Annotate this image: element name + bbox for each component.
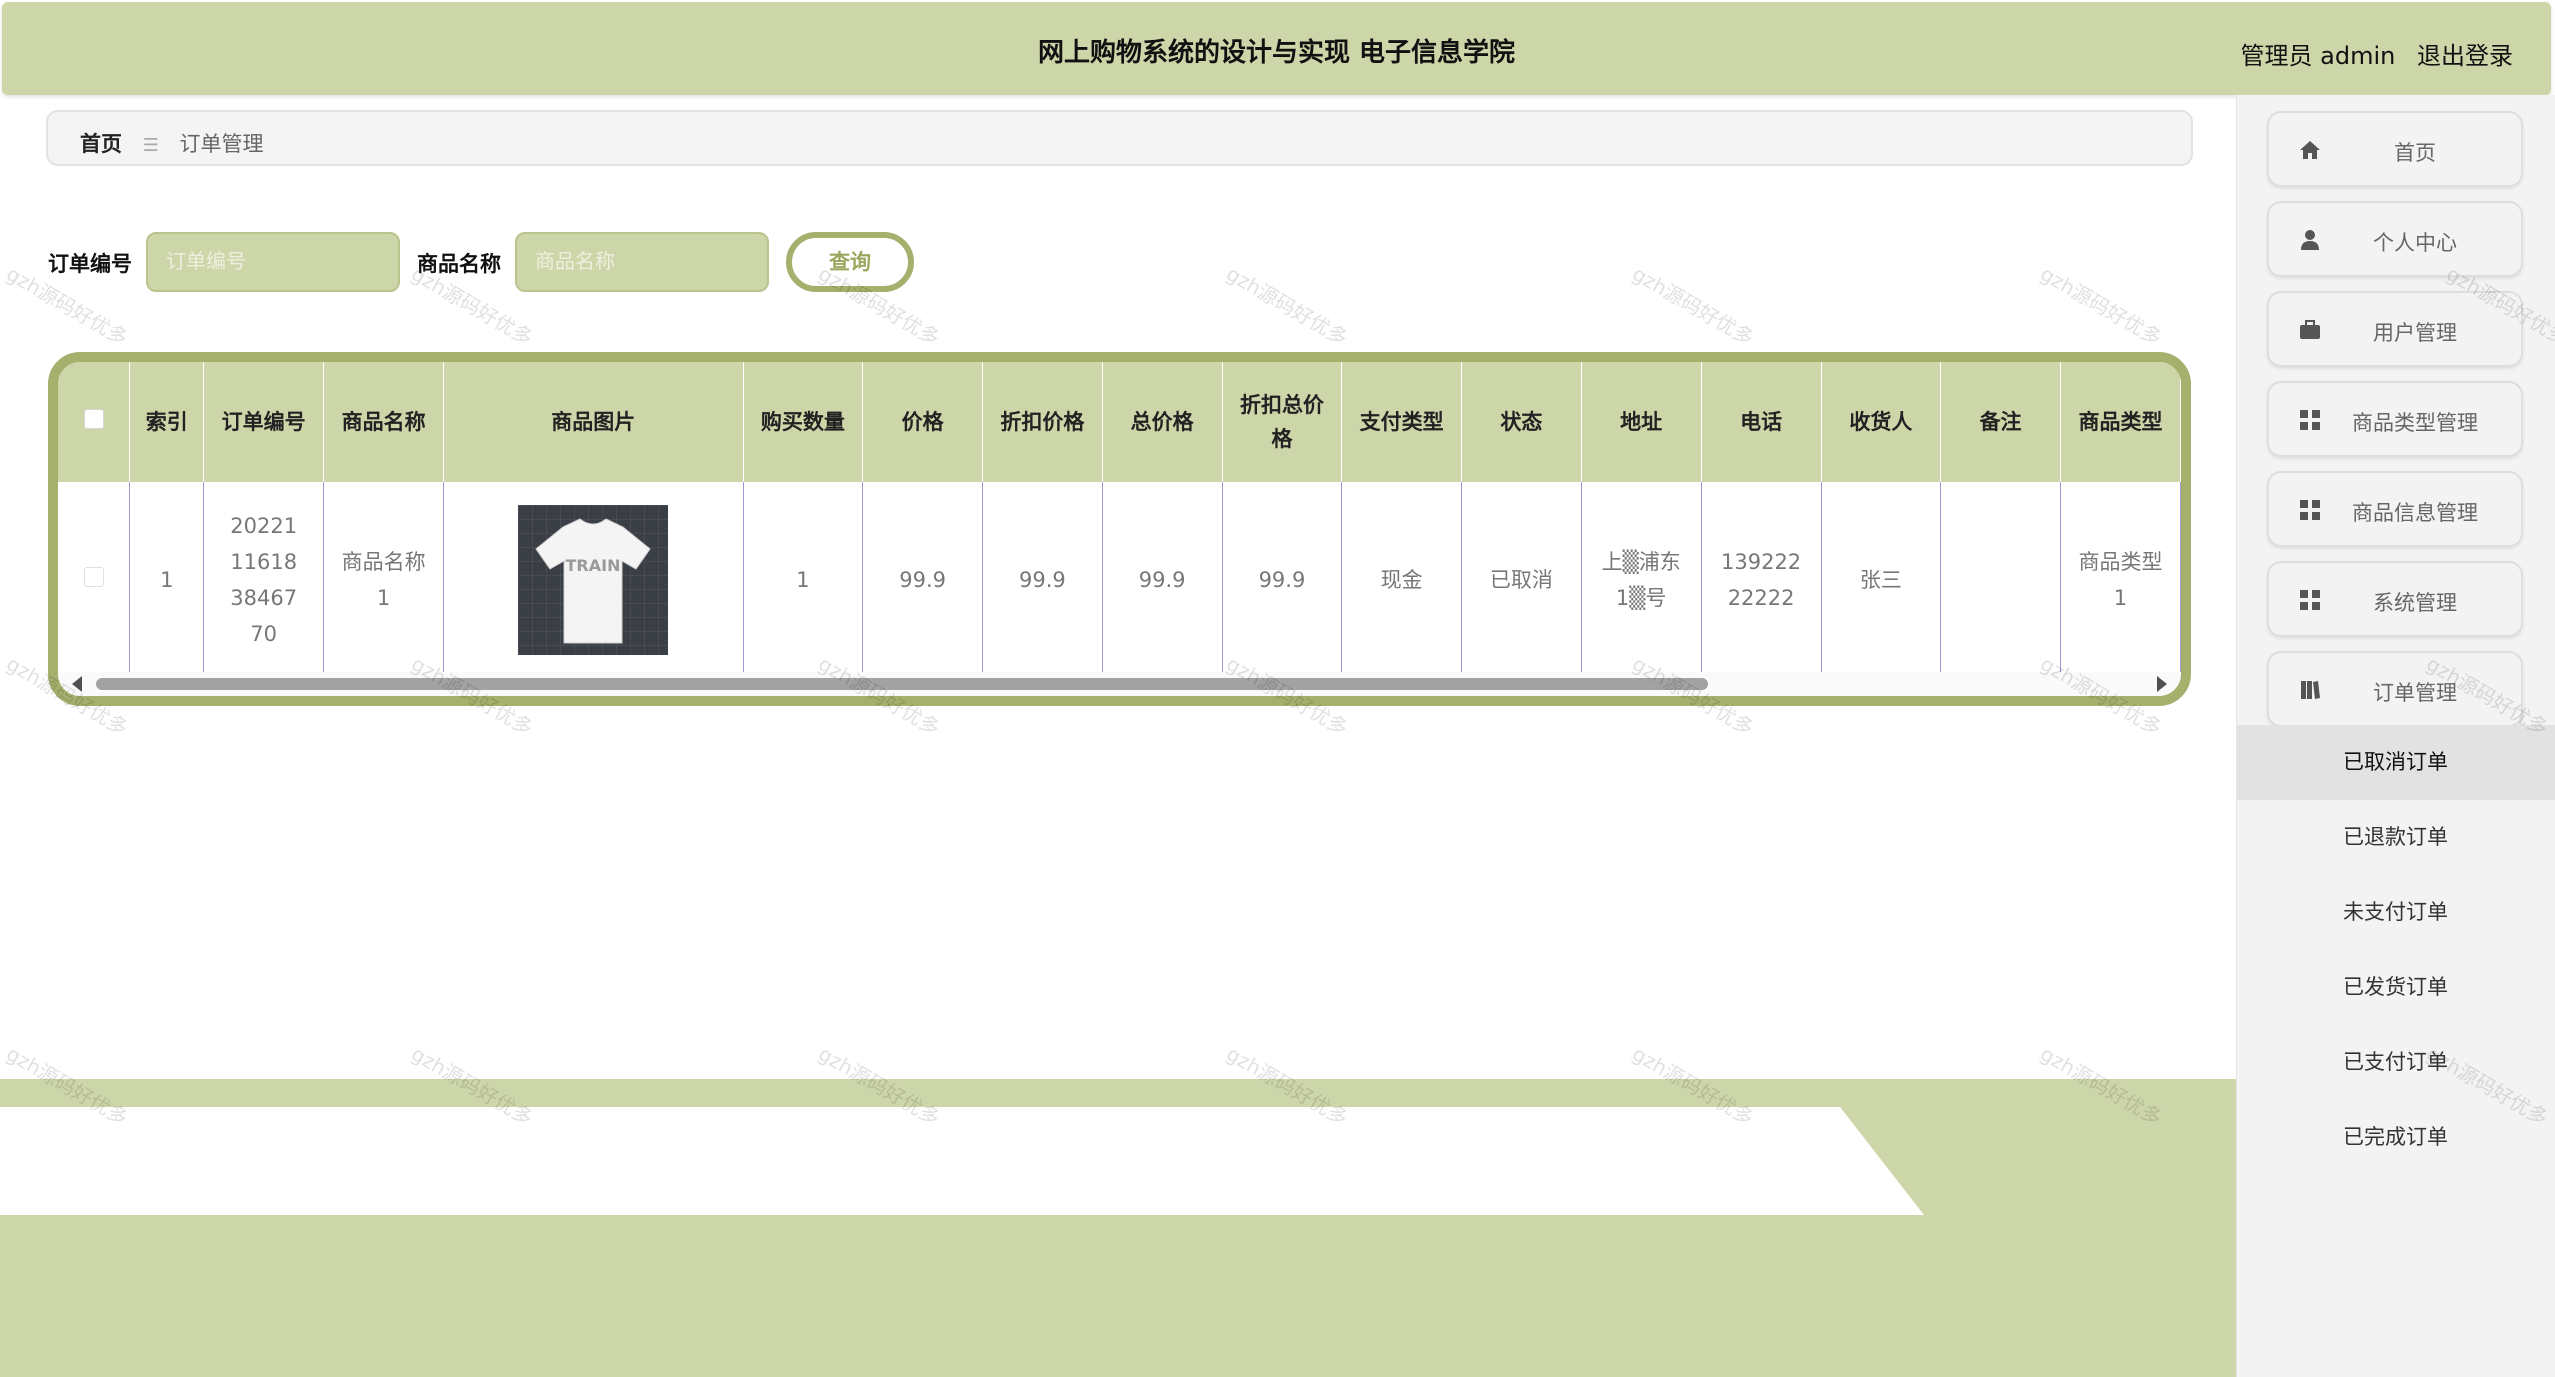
cell-phone: 13922222222 bbox=[1701, 482, 1822, 678]
breadcrumb: 首页 ☰ 订单管理 bbox=[46, 110, 2193, 166]
cell-product-type: 商品类型1 bbox=[2060, 482, 2181, 678]
cell-product-name: 商品名称1 bbox=[323, 482, 445, 678]
footer-decoration-cutout bbox=[0, 1107, 1924, 1215]
breadcrumb-separator-icon: ☰ bbox=[142, 135, 159, 156]
watermark: gzh源码好优多 bbox=[2036, 261, 2167, 351]
cell-total-price: 99.9 bbox=[1102, 482, 1223, 678]
admin-label: 管理员 admin bbox=[2240, 42, 2396, 70]
col-header: 折扣价格 bbox=[982, 362, 1103, 482]
query-button[interactable]: 查询 bbox=[786, 232, 914, 292]
col-header: 状态 bbox=[1461, 362, 1582, 482]
submenu-refunded-orders[interactable]: 已退款订单 bbox=[2237, 800, 2555, 875]
user-area: 管理员 admin 退出登录 bbox=[2227, 36, 2513, 71]
sidebar-item-system[interactable]: 系统管理 bbox=[2267, 561, 2523, 637]
cell-discount-total: 99.9 bbox=[1222, 482, 1343, 678]
col-header: 商品图片 bbox=[443, 362, 744, 482]
col-header: 订单编号 bbox=[203, 362, 325, 482]
sidebar-item-label: 用户管理 bbox=[2373, 321, 2457, 345]
scroll-right-arrow-icon[interactable] bbox=[2157, 676, 2167, 692]
horizontal-scrollbar[interactable] bbox=[58, 672, 2181, 696]
table-header-row: 索引 订单编号 商品名称 商品图片 购买数量 价格 折扣价格 总价格 折扣总价格… bbox=[58, 362, 2181, 482]
sidebar-item-orders[interactable]: 订单管理 bbox=[2267, 651, 2523, 727]
cell-index: 1 bbox=[129, 482, 205, 678]
select-all-header bbox=[58, 362, 131, 482]
sidebar-item-label: 订单管理 bbox=[2373, 681, 2457, 705]
col-header: 地址 bbox=[1581, 362, 1702, 482]
svg-text:TRAIN: TRAIN bbox=[566, 556, 621, 575]
submenu-paid-orders[interactable]: 已支付订单 bbox=[2237, 1025, 2555, 1100]
breadcrumb-home[interactable]: 首页 bbox=[80, 132, 122, 156]
watermark: gzh源码好优多 bbox=[1628, 261, 1759, 351]
order-no-input[interactable] bbox=[146, 232, 400, 292]
col-header: 电话 bbox=[1701, 362, 1822, 482]
order-no-label: 订单编号 bbox=[48, 252, 132, 276]
sidebar-item-home[interactable]: 首页 bbox=[2267, 111, 2523, 187]
submenu-completed-orders[interactable]: 已完成订单 bbox=[2237, 1100, 2555, 1175]
watermark: gzh源码好优多 bbox=[1222, 261, 1353, 351]
col-header: 收货人 bbox=[1821, 362, 1942, 482]
cell-price: 99.9 bbox=[862, 482, 983, 678]
cell-discount-price: 99.9 bbox=[982, 482, 1103, 678]
scrollbar-thumb[interactable] bbox=[96, 678, 1708, 690]
orders-table: 索引 订单编号 商品名称 商品图片 购买数量 价格 折扣价格 总价格 折扣总价格… bbox=[58, 362, 2181, 678]
t-shirt-product-image: TRAIN bbox=[518, 505, 669, 655]
col-header: 备注 bbox=[1940, 362, 2061, 482]
sidebar-item-label: 商品信息管理 bbox=[2352, 501, 2478, 525]
sidebar-item-label: 商品类型管理 bbox=[2352, 411, 2478, 435]
page-title: 网上购物系统的设计与实现 电子信息学院 bbox=[1037, 38, 1516, 68]
table-row: 1 20221116183846770 商品名称1 TRAIN 1 99.9 9… bbox=[58, 482, 2181, 678]
sidebar-item-users[interactable]: 用户管理 bbox=[2267, 291, 2523, 367]
product-name-label: 商品名称 bbox=[417, 252, 501, 276]
submenu-cancelled-orders[interactable]: 已取消订单 bbox=[2237, 725, 2555, 800]
orders-table-container: 索引 订单编号 商品名称 商品图片 购买数量 价格 折扣价格 总价格 折扣总价格… bbox=[48, 352, 2191, 706]
sidebar-item-product-types[interactable]: 商品类型管理 bbox=[2267, 381, 2523, 457]
col-header: 商品名称 bbox=[323, 362, 445, 482]
submenu-unpaid-orders[interactable]: 未支付订单 bbox=[2237, 875, 2555, 950]
cell-receiver: 张三 bbox=[1821, 482, 1942, 678]
top-header: 网上购物系统的设计与实现 电子信息学院 管理员 admin 退出登录 bbox=[2, 2, 2551, 95]
col-header: 折扣总价格 bbox=[1222, 362, 1343, 482]
col-header: 支付类型 bbox=[1341, 362, 1463, 482]
col-header: 商品类型 bbox=[2060, 362, 2181, 482]
col-header: 价格 bbox=[862, 362, 983, 482]
row-checkbox[interactable] bbox=[83, 567, 104, 587]
col-header: 总价格 bbox=[1102, 362, 1223, 482]
orders-submenu: 已取消订单 已退款订单 未支付订单 已发货订单 已支付订单 已完成订单 bbox=[2237, 725, 2555, 1175]
col-header: 索引 bbox=[129, 362, 205, 482]
cell-address: 上▒浦东1▒号 bbox=[1581, 482, 1702, 678]
sidebar-item-label: 个人中心 bbox=[2373, 231, 2457, 255]
select-all-checkbox[interactable] bbox=[83, 409, 104, 429]
sidebar-item-label: 系统管理 bbox=[2373, 591, 2457, 615]
cell-quantity: 1 bbox=[743, 482, 864, 678]
sidebar-item-profile[interactable]: 个人中心 bbox=[2267, 201, 2523, 277]
sidebar-item-product-info[interactable]: 商品信息管理 bbox=[2267, 471, 2523, 547]
submenu-shipped-orders[interactable]: 已发货订单 bbox=[2237, 950, 2555, 1025]
right-sidebar: 首页 个人中心 用户管理 商品类型管理 商品信息管理 系统管理 订单管理 已取消… bbox=[2236, 95, 2555, 1377]
cell-remark bbox=[1940, 482, 2061, 678]
breadcrumb-current: 订单管理 bbox=[179, 132, 264, 156]
cell-order-no: 20221116183846770 bbox=[203, 482, 325, 678]
row-select-cell bbox=[58, 482, 131, 678]
col-header: 购买数量 bbox=[743, 362, 864, 482]
sidebar-item-label: 首页 bbox=[2394, 141, 2436, 165]
cell-pay-type: 现金 bbox=[1341, 482, 1463, 678]
scroll-left-arrow-icon[interactable] bbox=[72, 676, 82, 692]
logout-link[interactable]: 退出登录 bbox=[2417, 42, 2513, 70]
cell-status: 已取消 bbox=[1461, 482, 1582, 678]
cell-product-image: TRAIN bbox=[443, 482, 744, 678]
product-name-input[interactable] bbox=[515, 232, 769, 292]
